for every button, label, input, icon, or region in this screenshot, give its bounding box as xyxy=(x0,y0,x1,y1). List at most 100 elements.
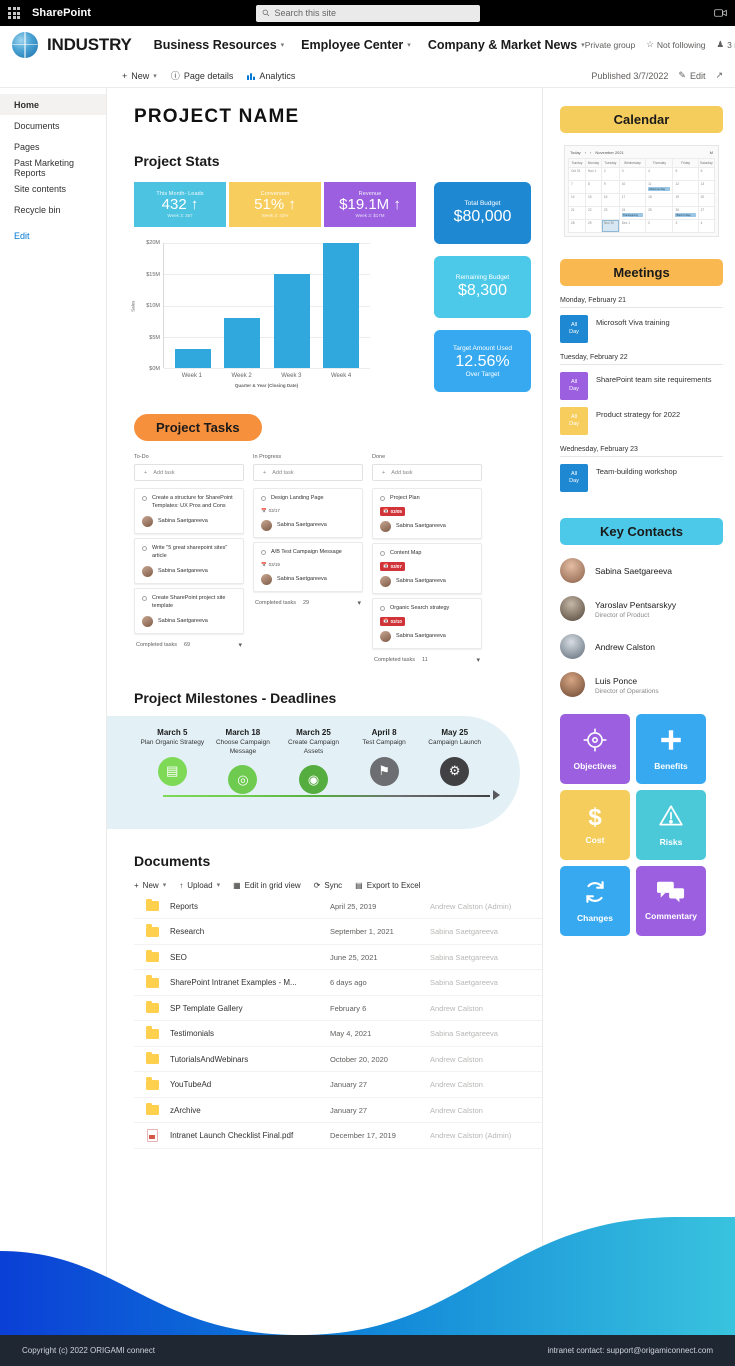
calendar-day-cell[interactable]: 12 xyxy=(672,180,699,194)
task-checkbox[interactable] xyxy=(380,605,385,611)
task-checkbox[interactable] xyxy=(142,595,147,601)
calendar-day-cell[interactable]: 19 xyxy=(672,193,699,207)
calendar-day-cell[interactable]: 14 xyxy=(567,193,587,207)
meeting-item[interactable]: All Day SharePoint team site requirements xyxy=(560,372,723,400)
today-button[interactable]: Today xyxy=(570,150,581,155)
chevron-right-icon[interactable]: › xyxy=(590,150,591,155)
table-row[interactable]: SP Template Gallery February 6 Andrew Cals… xyxy=(134,996,542,1022)
meeting-item[interactable]: All Day Team-building workshop xyxy=(560,464,723,492)
calendar-day-cell[interactable]: 2 xyxy=(600,167,620,181)
search-input[interactable]: Search this site xyxy=(255,4,480,22)
calendar-day-cell[interactable]: 16 xyxy=(600,193,620,207)
sidebar-item-pages[interactable]: Pages xyxy=(0,136,106,157)
meeting-item[interactable]: All Day Microsoft Viva training xyxy=(560,315,723,343)
sidebar-item-site-contents[interactable]: Site contents xyxy=(0,178,106,199)
task-card[interactable]: Project Plan 📅 03/05 Sabina Saetgareeva xyxy=(372,488,482,539)
calendar-day-cell[interactable]: 7 xyxy=(567,180,587,194)
calendar-day-cell[interactable]: 21 xyxy=(567,206,587,220)
table-row[interactable]: zArchive January 27 Andrew Calston xyxy=(134,1098,542,1124)
task-checkbox[interactable] xyxy=(380,496,385,501)
quick-link-tile[interactable]: Commentary xyxy=(636,866,706,936)
site-title[interactable]: INDUSTRY xyxy=(47,35,132,55)
table-row[interactable]: SEO June 25, 2021 Sabina Saetgareeva xyxy=(134,945,542,971)
suite-brand[interactable]: SharePoint xyxy=(32,7,91,19)
list-item[interactable]: Yaroslav Pentsarskyy Director of Product xyxy=(560,596,723,621)
globe-logo-icon[interactable] xyxy=(12,31,38,58)
table-row[interactable]: TutorialsAndWebinars October 20, 2020 Andr… xyxy=(134,1047,542,1073)
calendar-day-cell[interactable]: 25 xyxy=(645,206,674,220)
calendar-event-chip[interactable]: Thanksgiving xyxy=(621,213,644,217)
calendar-day-cell[interactable]: 10 xyxy=(618,180,647,194)
sidebar-edit-link[interactable]: Edit xyxy=(0,225,106,246)
sync-button[interactable]: ⟳ Sync xyxy=(314,881,343,890)
calendar-day-cell[interactable]: 17 xyxy=(618,193,647,207)
calendar-day-cell[interactable]: 26 Black Friday xyxy=(672,206,699,220)
members-button[interactable]: ♟ 3 members xyxy=(717,39,735,50)
list-item[interactable]: Andrew Calston xyxy=(560,634,723,659)
calendar-day-cell[interactable]: 3 xyxy=(618,167,647,181)
calendar-day-cell[interactable]: 28 xyxy=(567,219,587,233)
calendar-day-cell[interactable]: 27 xyxy=(697,206,716,220)
task-card[interactable]: Create a structure for SharePoint Templa… xyxy=(134,488,244,534)
calendar-day-cell[interactable]: 24 Thanksgiving xyxy=(618,206,647,220)
calendar-day-cell[interactable]: 23 xyxy=(600,206,620,220)
calendar-day-cell[interactable]: 6 xyxy=(697,167,716,181)
task-card[interactable]: Design Landing Page 📅 03/17 Sabina Saetgare… xyxy=(253,488,363,538)
calendar-event-chip[interactable]: Welcome Day xyxy=(648,187,671,191)
task-checkbox[interactable] xyxy=(261,549,266,555)
chevron-left-icon[interactable]: ‹ xyxy=(585,150,586,155)
expand-icon[interactable]: ↗ xyxy=(715,70,723,81)
quick-link-tile[interactable]: Objectives xyxy=(560,714,630,784)
calendar-event-chip[interactable]: Black Friday xyxy=(675,213,696,217)
nav-company-market-news[interactable]: Company & Market News ▾ xyxy=(428,38,585,52)
calendar-day-cell[interactable]: 11 Welcome Day xyxy=(645,180,674,194)
calendar-day-cell[interactable]: 15 xyxy=(585,193,602,207)
calendar-day-cell[interactable]: 5 xyxy=(672,167,699,181)
add-task-button[interactable]: + Add task xyxy=(372,464,482,481)
list-item[interactable]: Luis Ponce Director of Operations xyxy=(560,672,723,697)
calendar-day-cell[interactable]: 18 xyxy=(645,193,674,207)
table-row[interactable]: Testimonials May 4, 2021 Sabina Saetgareev… xyxy=(134,1021,542,1047)
sidebar-item-recycle-bin[interactable]: Recycle bin xyxy=(0,199,106,220)
list-item[interactable]: Sabina Saetgareeva xyxy=(560,558,723,583)
table-row[interactable]: Research September 1, 2021 Sabina Saetgare… xyxy=(134,919,542,945)
task-card[interactable]: Create SharePoint project site template S… xyxy=(134,587,244,634)
sidebar-item-home[interactable]: Home xyxy=(0,94,106,115)
calendar-day-cell[interactable]: 20 xyxy=(697,193,716,207)
task-checkbox[interactable] xyxy=(261,496,266,501)
calendar-day-cell[interactable]: Oct 31 xyxy=(567,167,587,181)
task-checkbox[interactable] xyxy=(142,545,147,551)
calendar-day-cell[interactable]: Dec 1 xyxy=(618,219,647,233)
export-to-excel-button[interactable]: ▤ Export to Excel xyxy=(355,881,420,890)
table-row[interactable]: SharePoint Intranet Examples - M... 6 day… xyxy=(134,970,542,996)
meeting-icon[interactable] xyxy=(714,8,727,18)
upload-button[interactable]: ↑ Upload ▾ xyxy=(179,881,220,890)
table-row[interactable]: Reports April 25, 2019 Andrew Calston (Adm… xyxy=(134,894,542,920)
quick-link-tile[interactable]: Benefits xyxy=(636,714,706,784)
nav-employee-center[interactable]: Employee Center ▾ xyxy=(301,38,411,52)
new-button[interactable]: + New ▾ xyxy=(134,881,166,890)
edit-button[interactable]: ✎ Edit xyxy=(678,70,705,81)
completed-tasks-toggle[interactable]: Completed tasks 11 ▾ xyxy=(372,656,482,664)
calendar-day-cell[interactable]: 4 xyxy=(645,167,674,181)
page-details-button[interactable]: ⓘ Page details xyxy=(171,69,234,82)
add-task-button[interactable]: + Add task xyxy=(253,464,363,481)
quick-link-tile[interactable]: $ Cost xyxy=(560,790,630,860)
calendar-day-cell[interactable]: Nov 1 xyxy=(585,167,602,181)
calendar-day-cell[interactable]: 22 xyxy=(585,206,602,220)
task-checkbox[interactable] xyxy=(142,496,147,501)
add-task-button[interactable]: + Add task xyxy=(134,464,244,481)
calendar-day-cell[interactable]: Nov 30 xyxy=(600,219,620,233)
quick-link-tile[interactable]: Risks xyxy=(636,790,706,860)
task-card[interactable]: A/B Test Campaign Message 📅 03/19 Sabina Sa… xyxy=(253,541,363,592)
new-button[interactable]: + New ▾ xyxy=(122,71,157,81)
calendar-day-cell[interactable]: 13 xyxy=(697,180,716,194)
completed-tasks-toggle[interactable]: Completed tasks 29 ▾ xyxy=(253,599,363,607)
calendar-day-cell[interactable]: 4 xyxy=(697,219,716,233)
sidebar-item-past-marketing-reports[interactable]: Past Marketing Reports xyxy=(0,157,106,178)
calendar-day-cell[interactable]: 9 xyxy=(600,180,620,194)
app-launcher-icon[interactable] xyxy=(8,7,22,19)
calendar-day-cell[interactable]: 3 xyxy=(672,219,699,233)
calendar-widget[interactable]: Today ‹ › November 2021 M Sunday Monday Tu… xyxy=(564,145,719,237)
calendar-day-cell[interactable]: 2 xyxy=(645,219,674,233)
